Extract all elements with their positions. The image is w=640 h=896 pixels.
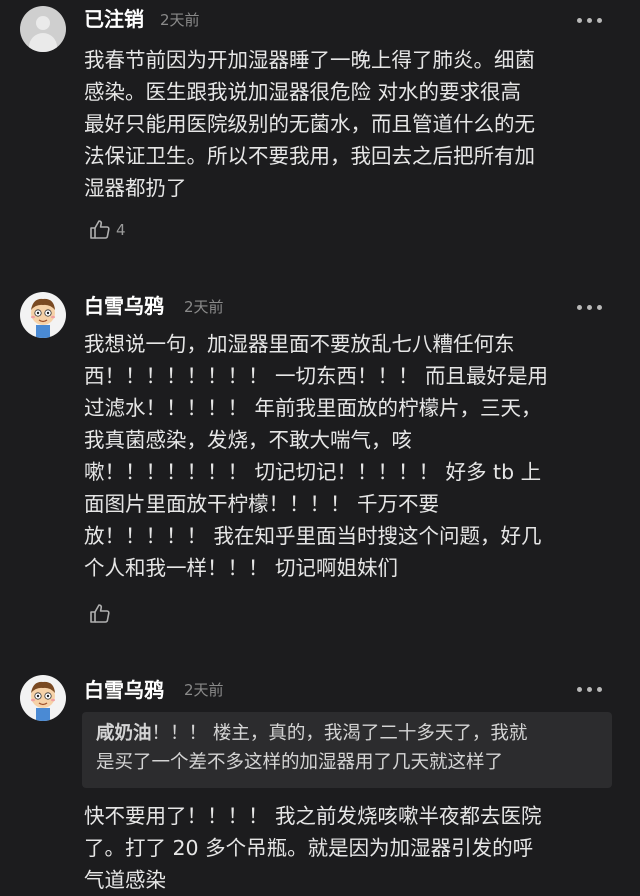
thumbs-up-icon: [90, 604, 110, 623]
comment-text-line: 湿器都扔了: [84, 176, 187, 200]
comment-text-line: 快不要用了！！！！ 我之前发烧咳嗽半夜都去医院: [84, 804, 542, 828]
quoted-reply[interactable]: 咸奶油！！！ 楼主，真的，我渴了二十多天了，我就 是买了一个差不多这样的加湿器用…: [82, 712, 612, 788]
quoted-text: ！！！ 楼主，真的，我渴了二十多天了，我就: [151, 723, 528, 744]
more-dots-icon[interactable]: [570, 299, 610, 315]
comment-text-line: 过滤水！！！！！ 年前我里面放的柠檬片，三天，: [84, 396, 542, 420]
more-dots-icon[interactable]: [570, 12, 610, 28]
comment-text-line: 我真菌感染，发烧，不敢大喘气，咳: [84, 428, 412, 452]
comment-text-line: 西！！！！！！！！ 一切东西！！！ 而且最好是用: [84, 364, 549, 388]
comment-text-line: 我想说一句，加湿器里面不要放乱七八糟任何东: [84, 332, 515, 356]
comment-text: 快不要用了！！！！ 我之前发烧咳嗽半夜都去医院 了。打了 20 多个吊瓶。就是因…: [84, 800, 614, 896]
comment-text-line: 感染。医生跟我说加湿器很危险 对水的要求很高: [84, 80, 522, 104]
thumbs-up-icon: [90, 220, 110, 239]
comment-text-line: 面图片里面放干柠檬！！！！ 千万不要: [84, 492, 440, 516]
comment-text-line: 最好只能用医院级别的无菌水，而且管道什么的无: [84, 112, 535, 136]
like-button[interactable]: 4: [88, 216, 126, 244]
comment-text-line: 嗽！！！！！！！ 切记切记！！！！！ 好多 tb 上: [84, 460, 542, 484]
timestamp: 2天前: [160, 11, 200, 29]
timestamp: 2天前: [184, 681, 224, 699]
comment-text-line: 气道感染: [84, 868, 166, 892]
more-dots-icon[interactable]: [570, 681, 610, 697]
username[interactable]: 已注销: [84, 7, 144, 31]
comment-text-line: 放！！！！！ 我在知乎里面当时搜这个问题，好几: [84, 524, 542, 548]
comment-text-line: 法保证卫生。所以不要我用，我回去之后把所有加: [84, 144, 535, 168]
cartoon-avatar-icon[interactable]: [20, 675, 66, 721]
username[interactable]: 白雪乌鸦: [84, 678, 164, 702]
cartoon-avatar-icon[interactable]: [20, 292, 66, 338]
timestamp: 2天前: [184, 298, 224, 316]
comment-text-line: 我春节前因为开加湿器睡了一晚上得了肺炎。细菌: [84, 48, 535, 72]
like-button[interactable]: [88, 600, 116, 628]
default-avatar-icon[interactable]: [20, 6, 66, 52]
quoted-username: 咸奶油: [96, 723, 152, 744]
comment-text: 我想说一句，加湿器里面不要放乱七八糟任何东 西！！！！！！！！ 一切东西！！！ …: [84, 328, 614, 584]
comment-text: 我春节前因为开加湿器睡了一晚上得了肺炎。细菌 感染。医生跟我说加湿器很危险 对水…: [84, 44, 614, 204]
comment-text-line: 个人和我一样！！！ 切记啊姐妹们: [84, 556, 399, 580]
comment-item: 已注销 2天前 我春节前因为开加湿器睡了一晚上得了肺炎。细菌 感染。医生跟我说加…: [0, 0, 640, 260]
username[interactable]: 白雪乌鸦: [84, 294, 164, 318]
quoted-reply-line: 咸奶油！！！ 楼主，真的，我渴了二十多天了，我就: [96, 720, 527, 748]
comment-text-line: 了。打了 20 多个吊瓶。就是因为加湿器引发的呼: [84, 836, 534, 860]
quoted-reply-line: 是买了一个差不多这样的加湿器用了几天就这样了: [96, 752, 504, 773]
like-count: 4: [116, 221, 126, 239]
